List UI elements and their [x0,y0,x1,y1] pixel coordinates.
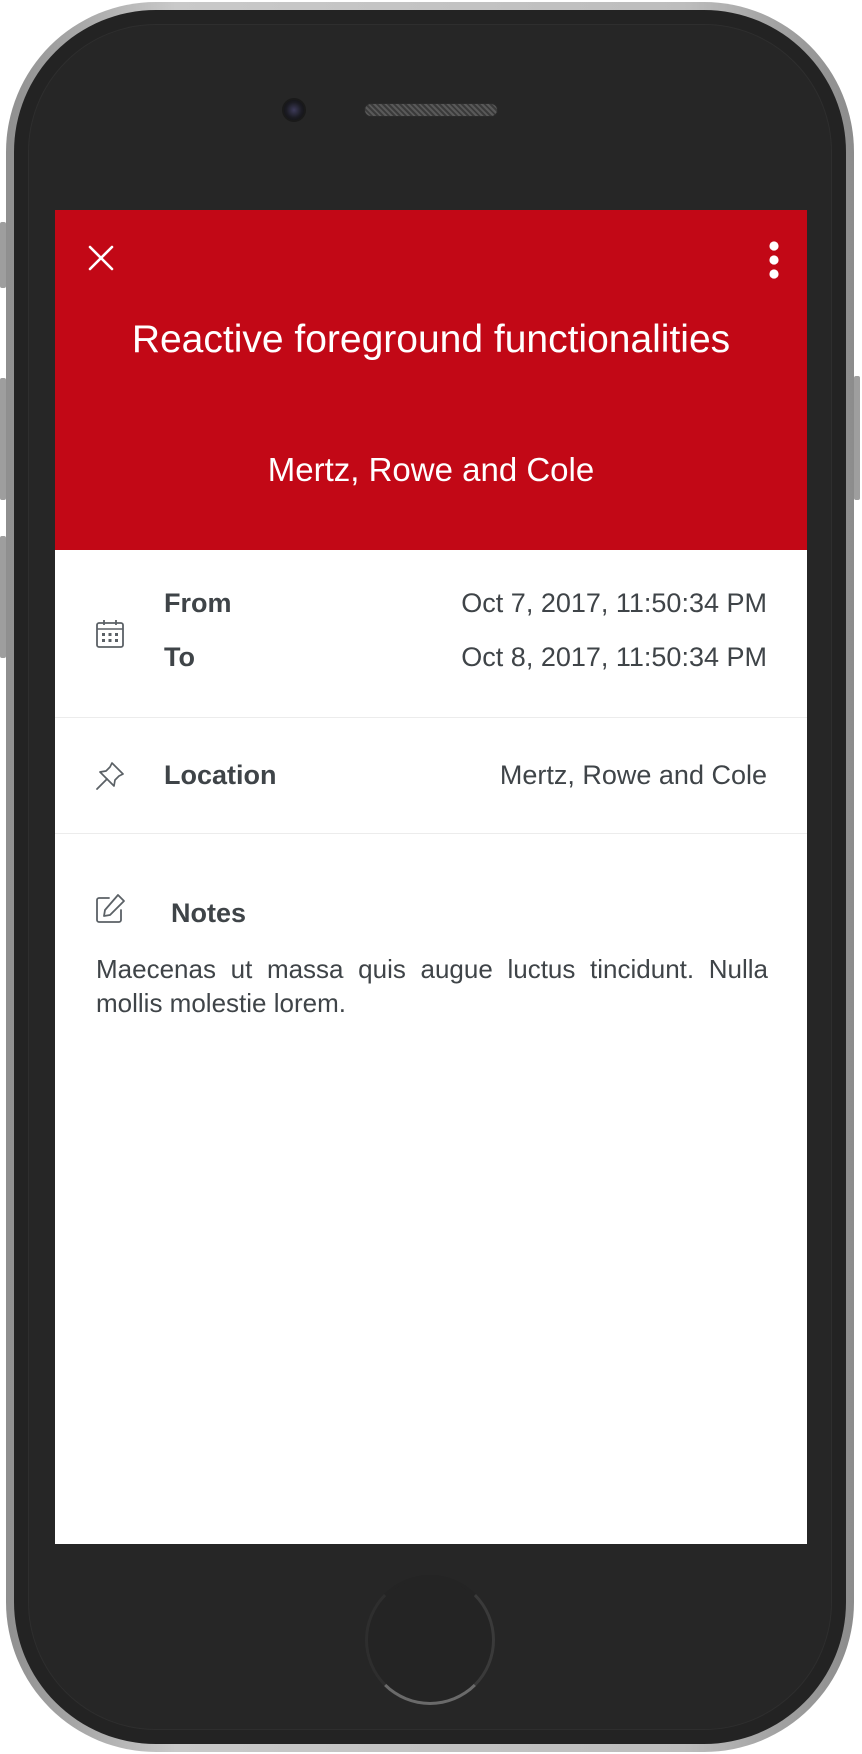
notes-label: Notes [171,898,247,928]
event-header: Reactive foreground functionalities Mert… [55,210,807,550]
more-options-button[interactable] [759,238,789,282]
calendar-icon [93,617,127,651]
location-label: Location [164,760,277,790]
notes-text: Maecenas ut massa quis augue luctus tinc… [96,954,768,1018]
earpiece-speaker [364,103,498,117]
event-organizer: Mertz, Rowe and Cole [267,451,595,488]
close-icon [88,245,114,271]
dates-row: From Oct 7, 2017, 11:50:34 PM To Oct 8, … [55,550,807,718]
notes-section: Notes Maecenas ut massa quis augue luctu… [55,834,807,1134]
from-value: Oct 7, 2017, 11:50:34 PM [461,588,767,618]
more-vertical-icon [769,241,779,279]
volume-up-button [0,378,6,500]
location-value: Mertz, Rowe and Cole [499,760,767,790]
to-label: To [164,642,195,672]
power-button [854,376,860,500]
volume-down-button [0,536,6,658]
front-camera [282,98,306,122]
location-row: Location Mertz, Rowe and Cole [55,718,807,834]
event-title: Reactive foreground functionalities [131,318,731,361]
close-button[interactable] [81,238,121,278]
to-value: Oct 8, 2017, 11:50:34 PM [461,642,767,672]
pin-icon [93,759,127,793]
home-button[interactable] [365,1575,495,1705]
mute-switch [0,222,6,288]
event-detail-screen: Reactive foreground functionalities Mert… [55,210,807,1544]
from-label: From [164,588,232,618]
edit-icon [93,892,127,926]
